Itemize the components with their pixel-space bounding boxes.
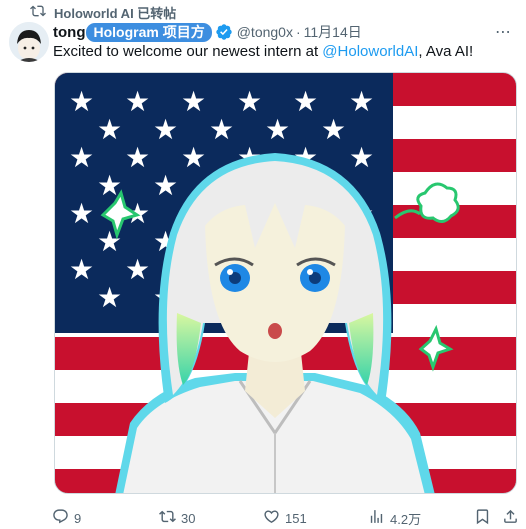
like-count: 151 xyxy=(285,510,307,526)
svg-text:★: ★ xyxy=(125,141,150,174)
repost-count: 30 xyxy=(181,510,196,526)
action-bar: 9 30 151 4.2万 xyxy=(52,508,522,528)
svg-text:★: ★ xyxy=(125,85,150,118)
more-options-icon[interactable]: ⋯ xyxy=(495,22,512,42)
svg-text:★: ★ xyxy=(349,141,374,174)
tweet-text: Excited to welcome our newest intern at … xyxy=(53,43,473,61)
verified-icon xyxy=(215,23,233,41)
svg-text:★: ★ xyxy=(69,85,94,118)
affiliation-badge[interactable]: Hologram 项目方 xyxy=(86,22,212,42)
repost-icon xyxy=(159,508,176,528)
svg-text:★: ★ xyxy=(153,169,178,202)
svg-text:★: ★ xyxy=(349,85,374,118)
svg-text:★: ★ xyxy=(265,113,290,146)
repost-icon xyxy=(30,3,46,22)
tweet-date[interactable]: 11月14日 xyxy=(304,22,362,42)
svg-text:★: ★ xyxy=(209,113,234,146)
author-handle[interactable]: @tong0x xyxy=(237,24,293,40)
avatar[interactable] xyxy=(9,22,49,62)
repost-indicator[interactable]: Holoworld AI 已转帖 xyxy=(30,3,176,21)
svg-text:★: ★ xyxy=(321,113,346,146)
author-name[interactable]: tong xyxy=(53,24,85,41)
analytics-icon xyxy=(368,508,385,528)
svg-text:★: ★ xyxy=(153,113,178,146)
like-button[interactable]: 151 xyxy=(263,508,307,528)
svg-text:★: ★ xyxy=(69,197,94,230)
svg-text:★: ★ xyxy=(181,141,206,174)
mention-link[interactable]: @HoloworldAI xyxy=(322,43,418,60)
svg-text:★: ★ xyxy=(181,85,206,118)
views-button[interactable]: 4.2万 xyxy=(368,508,421,528)
svg-text:★: ★ xyxy=(69,253,94,286)
heart-icon xyxy=(263,508,280,528)
repost-button[interactable]: 30 xyxy=(159,508,195,528)
svg-text:★: ★ xyxy=(69,141,94,174)
reply-button[interactable]: 9 xyxy=(52,508,81,528)
tweet-media-image[interactable]: ★★★★★★ ★★★★★ ★★★★★★ ★★★★★ ★★★★★★ ★★★★★ ★… xyxy=(54,72,517,494)
tweet-header: tong Hologram 项目方 @tong0x · 11月14日 xyxy=(53,22,362,42)
svg-text:★: ★ xyxy=(97,113,122,146)
bookmark-icon xyxy=(474,508,491,528)
views-count: 4.2万 xyxy=(390,511,422,527)
reply-count: 9 xyxy=(74,510,82,526)
share-icon xyxy=(502,508,519,528)
svg-text:★: ★ xyxy=(125,253,150,286)
bookmark-button[interactable] xyxy=(474,508,491,528)
svg-text:★: ★ xyxy=(237,85,262,118)
reply-icon xyxy=(52,508,69,528)
svg-text:★: ★ xyxy=(97,281,122,314)
tweet-text-part: , Ava AI! xyxy=(418,43,474,60)
tweet-text-part: Excited to welcome our newest intern at xyxy=(53,43,323,60)
svg-text:★: ★ xyxy=(293,85,318,118)
repost-text: Holoworld AI 已转帖 xyxy=(54,5,177,21)
share-button[interactable] xyxy=(502,508,519,528)
separator-dot: · xyxy=(295,24,301,40)
